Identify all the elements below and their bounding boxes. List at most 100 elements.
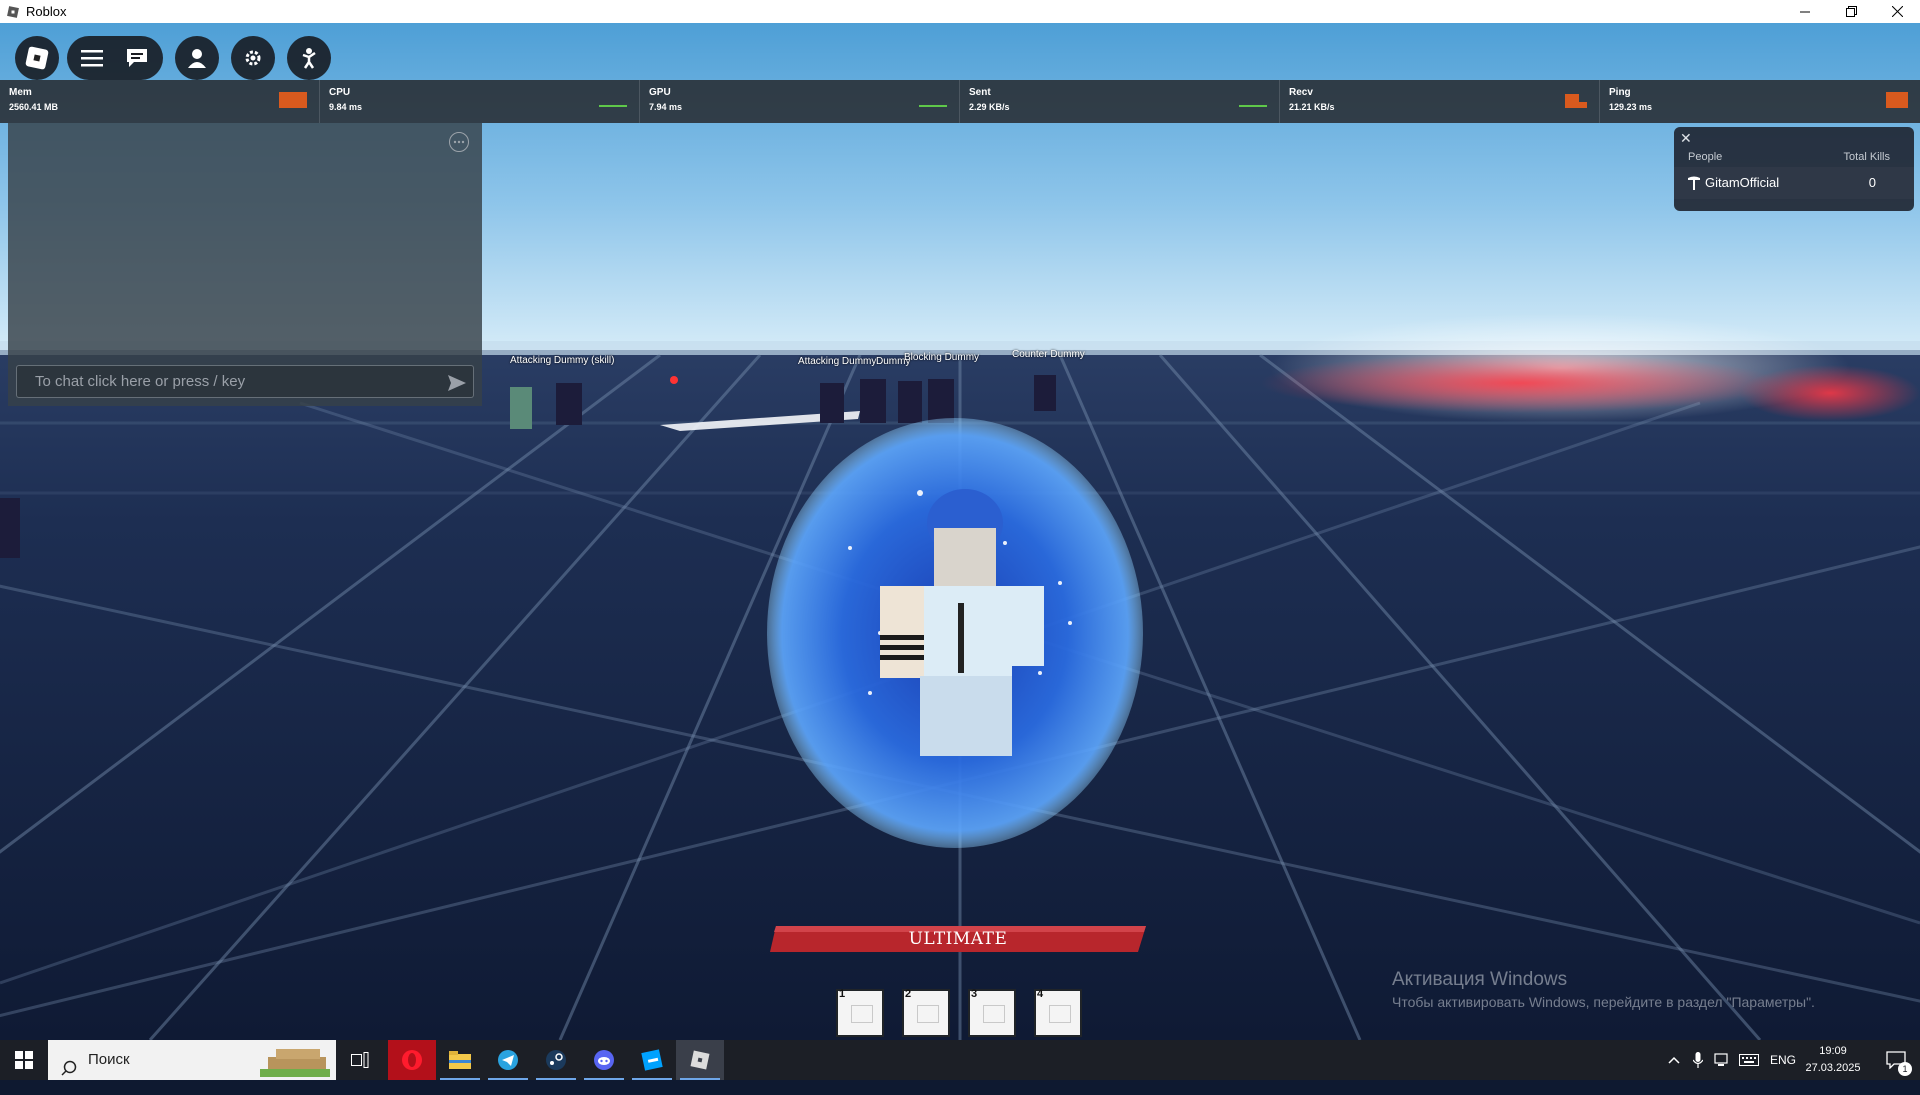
stat-label: CPU [329, 87, 351, 98]
telegram-icon [498, 1050, 518, 1070]
steam-icon [546, 1050, 566, 1070]
stat-sent[interactable]: Sent 2.29 KB/s [960, 80, 1280, 123]
person-icon [188, 49, 206, 68]
leaderboard-player-name: GitamOfficial [1705, 175, 1780, 190]
chat-window[interactable]: To chat click here or press / key [8, 123, 482, 406]
leaderboard: ✕ People Total Kills GitamOfficial 0 [1674, 127, 1914, 211]
taskbar-app-telegram[interactable] [484, 1040, 532, 1080]
hamburger-menu-icon[interactable] [81, 48, 103, 73]
stat-label: Sent [969, 87, 991, 98]
stat-graph [1886, 92, 1908, 108]
window-title: Roblox [26, 4, 67, 19]
stat-cpu[interactable]: CPU 9.84 ms [320, 80, 640, 123]
leaderboard-row[interactable]: GitamOfficial 0 [1674, 167, 1914, 199]
hotbar-slot[interactable]: 3 [968, 988, 1016, 1037]
microphone-icon[interactable] [1688, 1040, 1708, 1080]
roblox-icon [690, 1050, 710, 1070]
settings-button[interactable] [231, 36, 275, 80]
chat-input-placeholder: To chat click here or press / key [35, 373, 246, 390]
taskbar-app-explorer[interactable] [436, 1040, 484, 1080]
chat-input[interactable]: To chat click here or press / key [16, 365, 474, 398]
clock-date: 27.03.2025 [1805, 1062, 1861, 1074]
close-button[interactable] [1874, 0, 1920, 23]
taskbar-search[interactable]: Поиск [48, 1040, 336, 1080]
stat-graph [279, 92, 307, 108]
window-titlebar: Roblox [0, 0, 1920, 24]
roblox-logo-icon [25, 46, 49, 70]
minimize-button[interactable] [1782, 0, 1828, 23]
image-placeholder-icon [983, 1005, 1005, 1023]
taskbar-app-steam[interactable] [532, 1040, 580, 1080]
windows-logo-icon [15, 1051, 33, 1069]
start-button[interactable] [0, 1040, 48, 1080]
game-viewport[interactable]: Mem 2560.41 MB CPU 9.84 ms GPU 7.94 ms S… [0, 23, 1920, 1040]
performance-stats-bar: Mem 2560.41 MB CPU 9.84 ms GPU 7.94 ms S… [0, 80, 1920, 123]
task-view-button[interactable] [336, 1040, 384, 1080]
discord-icon [594, 1050, 614, 1070]
stat-graph [919, 105, 947, 107]
roblox-studio-icon [641, 1049, 663, 1071]
notification-count: 1 [1898, 1062, 1912, 1076]
tray-overflow-icon[interactable] [1662, 1040, 1686, 1080]
more-options-icon[interactable] [449, 132, 469, 152]
emote-figure-icon [302, 48, 316, 69]
dummy-label: Blocking Dummy [904, 352, 980, 363]
network-icon[interactable] [1710, 1040, 1732, 1080]
ultimate-bar: ULTIMATE [770, 926, 1146, 952]
gear-icon [245, 50, 261, 66]
slot-number: 2 [905, 988, 912, 1000]
windows-activation-watermark: Активация Windows Чтобы активировать Win… [1392, 969, 1815, 1010]
clock-time: 19:09 [1819, 1045, 1847, 1057]
taskbar-app-discord[interactable] [580, 1040, 628, 1080]
image-placeholder-icon [1049, 1005, 1071, 1023]
image-placeholder-icon [851, 1005, 873, 1023]
ultimate-label: ULTIMATE [908, 929, 1008, 949]
stat-value: 9.84 ms [329, 102, 363, 112]
keyboard-icon[interactable] [1736, 1040, 1762, 1080]
stat-label: Ping [1609, 87, 1631, 98]
stat-graph [599, 105, 627, 107]
search-highlight-icon [258, 1043, 332, 1095]
taskbar-app-opera[interactable] [388, 1040, 436, 1080]
stat-gpu[interactable]: GPU 7.94 ms [640, 80, 960, 123]
hotbar-slot[interactable]: 4 [1034, 988, 1082, 1037]
leaderboard-header-kills: Total Kills [1843, 151, 1890, 163]
hotbar-slot[interactable]: 2 [902, 988, 950, 1037]
close-icon[interactable]: ✕ [1680, 130, 1692, 147]
stat-graph [1239, 105, 1267, 107]
notifications-button[interactable]: 1 [1876, 1040, 1916, 1080]
taskbar-app-roblox[interactable] [676, 1040, 724, 1080]
stat-value: 2.29 KB/s [969, 102, 1010, 112]
stat-graph [1565, 94, 1587, 108]
slot-number: 3 [971, 988, 978, 1000]
hotbar-slot[interactable]: 1 [836, 988, 884, 1037]
slot-number: 4 [1037, 988, 1044, 1000]
task-view-icon [351, 1052, 369, 1068]
send-icon[interactable] [447, 372, 467, 403]
chat-icon[interactable] [125, 47, 149, 74]
menu-chat-toggle-group[interactable] [67, 36, 163, 80]
profile-button[interactable] [175, 36, 219, 80]
restore-button[interactable] [1828, 0, 1874, 23]
windows-taskbar: Поиск ENG 19:09 27.03.2025 1 [0, 1040, 1920, 1080]
emote-button[interactable] [287, 36, 331, 80]
leaderboard-kills-value: 0 [1868, 175, 1876, 190]
stat-value: 7.94 ms [649, 102, 683, 112]
stat-label: Mem [9, 87, 32, 98]
opera-icon [402, 1050, 422, 1070]
stat-recv[interactable]: Recv 21.21 KB/s [1280, 80, 1600, 123]
stat-value: 129.23 ms [1609, 102, 1653, 112]
roblox-app-icon [6, 5, 20, 19]
taskbar-app-roblox-studio[interactable] [628, 1040, 676, 1080]
stat-mem[interactable]: Mem 2560.41 MB [0, 80, 320, 123]
language-indicator[interactable]: ENG [1768, 1040, 1798, 1080]
dummy-label: Counter Dummy [1012, 349, 1085, 360]
stat-ping[interactable]: Ping 129.23 ms [1600, 80, 1920, 123]
roblox-menu-button[interactable] [15, 36, 59, 80]
stat-label: GPU [649, 87, 671, 98]
activation-subtitle: Чтобы активировать Windows, перейдите в … [1392, 994, 1815, 1010]
activation-title: Активация Windows [1392, 969, 1568, 990]
taskbar-clock[interactable]: 19:09 27.03.2025 [1800, 1043, 1866, 1077]
slot-number: 1 [839, 988, 846, 1000]
leaderboard-header-people: People [1688, 151, 1723, 163]
